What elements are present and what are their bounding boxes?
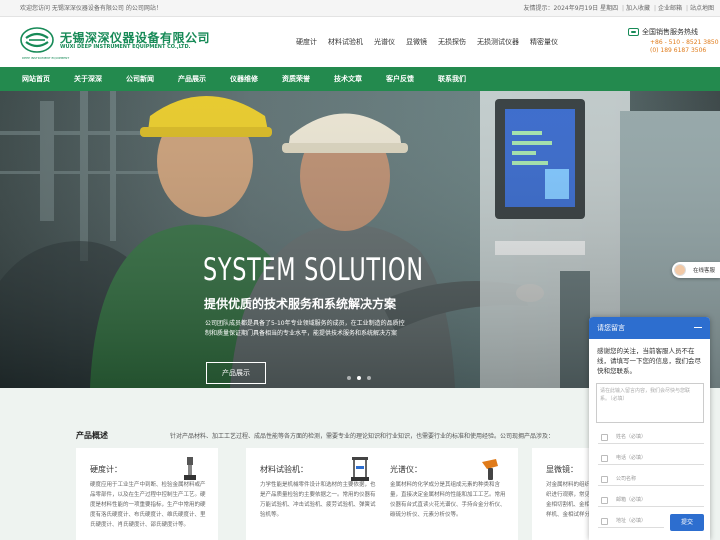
- name-field[interactable]: 姓名（必填）: [598, 431, 704, 444]
- product-link-spectrometer[interactable]: 光谱仪: [374, 37, 395, 47]
- chat-header: 请您留言: [589, 317, 710, 339]
- phone-field[interactable]: 电话（必填）: [598, 452, 704, 465]
- hero-description: 公司团队成员都是具备了5-10年专业领域服务的成员，在工业制造的品质控制和质量保…: [205, 320, 405, 337]
- card-title: 硬度计：: [90, 465, 122, 474]
- agent-avatar-icon: [674, 264, 686, 276]
- product-link-hardness[interactable]: 硬度计: [296, 37, 317, 47]
- email-field[interactable]: 邮箱（必填）: [598, 494, 704, 507]
- company-name-en: WUXI DEEP INSTRUMENT EQUIPMENT CO.,LTD.: [60, 44, 191, 50]
- company-field[interactable]: 公司名称: [598, 473, 704, 486]
- product-link-ndt-instruments[interactable]: 无损测试仪器: [477, 37, 519, 47]
- hardness-tester-icon: [184, 457, 196, 480]
- online-service-label: 在线客服: [693, 268, 716, 274]
- slider-dot-1[interactable]: [347, 376, 351, 380]
- main-nav: 网站首页 关于深深 公司新闻 产品展示 仪器维修 资质荣誉 技术文章 客户反馈 …: [0, 67, 720, 91]
- product-link-precision-gauges[interactable]: 精密量仪: [530, 37, 558, 47]
- company-icon: [601, 476, 608, 483]
- overview-title: 产品概述: [76, 431, 108, 440]
- slider-dot-3[interactable]: [367, 376, 371, 380]
- product-link-ndt[interactable]: 无损探伤: [438, 37, 466, 47]
- logo-subtitle: DEEP INSTRUMENT EQUIPMENT: [22, 56, 70, 60]
- top-bar: 欢迎您访问 无锡深深仪器设备有限公司 的公司网站！ 友情提示：2024年9月19…: [0, 0, 720, 17]
- product-link-testing-machine[interactable]: 材料试验机: [328, 37, 363, 47]
- company-logo-icon[interactable]: [20, 26, 54, 54]
- chat-message: 感谢您的关注，当前客服人员不在线，请填写一下您的信息，我们会尽快和您联系。: [597, 347, 701, 375]
- chat-title: 请您留言: [597, 324, 625, 332]
- nav-contact[interactable]: 联系我们: [438, 67, 466, 91]
- products-button[interactable]: 产品展示: [206, 362, 266, 384]
- hotline-phone-2: (0) 189 6187 3506: [650, 47, 707, 54]
- nav-products[interactable]: 产品展示: [178, 67, 206, 91]
- email-icon: [601, 497, 608, 504]
- spectrometer-icon: [482, 459, 498, 480]
- phone-icon: [601, 455, 608, 462]
- message-textarea[interactable]: 请在此输入留言内容，我们会尽快与您联系。（必填）: [596, 383, 704, 423]
- user-icon: [601, 434, 608, 441]
- overview-description: 针对产品材料、加工工艺过程、成品性能等各方面的检测，需要专业的理论知识和行业知识…: [170, 433, 555, 440]
- product-nav: 硬度计 材料试验机 光谱仪 显微镜 无损探伤 无损测试仪器 精密量仪: [296, 37, 558, 47]
- nav-feedback[interactable]: 客户反馈: [386, 67, 414, 91]
- header: 无锡深深仪器设备有限公司 WUXI DEEP INSTRUMENT EQUIPM…: [0, 17, 720, 67]
- nav-repair[interactable]: 仪器维修: [230, 67, 258, 91]
- hero-subhead: 提供优质的技术服务和系统解决方案: [204, 297, 397, 311]
- nav-home[interactable]: 网站首页: [22, 67, 50, 91]
- nav-news[interactable]: 公司新闻: [126, 67, 154, 91]
- hero-headline: SYSTEM SOLUTION: [203, 252, 424, 288]
- sitemap-link[interactable]: 站点地图: [690, 5, 714, 12]
- product-card-spectrometer[interactable]: 光谱仪： 金属材料的化学成分是其组成元素的种类和含量，直接决定金属材料的性能和加…: [376, 448, 518, 540]
- address-icon: [601, 518, 608, 525]
- hotline-title: 全国销售服务热线: [642, 28, 698, 36]
- card-text: 金属材料的化学成分是其组成元素的种类和含量，直接决定金属材料的性能和加工工艺。常…: [390, 482, 506, 518]
- hotline-phone-1: +86 - 510 - 8521 3850: [650, 39, 719, 46]
- phone-icon: [628, 28, 639, 36]
- card-title: 材料试验机：: [260, 465, 308, 474]
- address-field[interactable]: 地址（必填）: [598, 515, 664, 528]
- online-service-tab[interactable]: 在线客服: [672, 262, 720, 278]
- submit-button[interactable]: 提交: [670, 514, 704, 531]
- hotline: 全国销售服务热线 +86 - 510 - 8521 3850 (0) 189 6…: [628, 27, 719, 54]
- company-mail-link[interactable]: 企业邮箱: [658, 5, 682, 12]
- card-title: 显微镜：: [546, 465, 578, 474]
- welcome-text: 欢迎您访问 无锡深深仪器设备有限公司 的公司网站！: [20, 5, 162, 12]
- product-card-hardness[interactable]: 硬度计： 硬度应用于工业生产中到断、检验金属材料或产品零部件，以及在生产过程中控…: [76, 448, 218, 540]
- nav-articles[interactable]: 技术文章: [334, 67, 362, 91]
- date-tip: 友情提示：2024年9月19日 星期四: [523, 5, 619, 12]
- card-title: 光谱仪：: [390, 465, 422, 474]
- product-link-microscope[interactable]: 显微镜: [406, 37, 427, 47]
- testing-machine-icon: [351, 457, 369, 481]
- topbar-right: 友情提示：2024年9月19日 星期四 | 加入收藏 | 企业邮箱 | 站点地图: [523, 5, 714, 12]
- add-favorite-link[interactable]: 加入收藏: [626, 5, 650, 12]
- card-text: 力学性能是机械零件设计和选材的主要依据，也是产品质量检验的主要依据之一。常用的仪…: [260, 482, 376, 518]
- nav-honors[interactable]: 资质荣誉: [282, 67, 310, 91]
- product-card-testing-machine[interactable]: 材料试验机： 力学性能是机械零件设计和选材的主要依据，也是产品质量检验的主要依据…: [246, 448, 388, 540]
- slider-dots: [347, 376, 371, 380]
- minimize-icon[interactable]: [694, 327, 702, 328]
- nav-about[interactable]: 关于深深: [74, 67, 102, 91]
- card-text: 硬度应用于工业生产中到断、检验金属材料或产品零部件，以及在生产过程中控制生产工艺…: [90, 482, 206, 528]
- slider-dot-2[interactable]: [357, 376, 361, 380]
